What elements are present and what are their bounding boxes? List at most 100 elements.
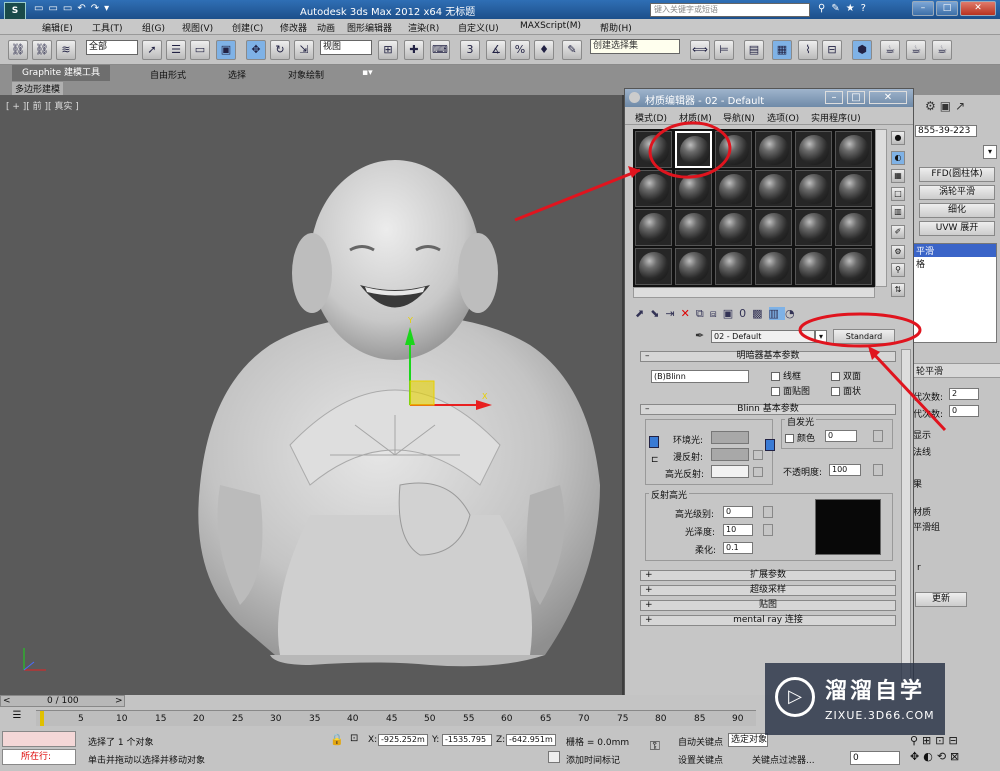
ribbon-options-icon[interactable]: ▪▾ (362, 68, 373, 78)
app-logo-icon[interactable]: S (4, 2, 26, 20)
track-bar[interactable]: 5 10 15 20 25 30 35 40 45 50 55 60 65 70… (36, 710, 756, 726)
two-sided-checkbox[interactable]: 双面 (831, 369, 861, 382)
me-menu-utilities[interactable]: 实用程序(U) (811, 111, 861, 124)
curve-editor-icon[interactable]: ⌇ (798, 40, 818, 60)
isoline-display-label[interactable]: 显示 (913, 428, 931, 441)
help-icons[interactable]: ⚲✎★? (818, 3, 872, 14)
me-menu-material[interactable]: 材质(M) (679, 111, 712, 124)
sample-slot[interactable] (755, 131, 792, 168)
render-icon[interactable]: ☕ (932, 40, 952, 60)
close-button[interactable]: ✕ (960, 1, 996, 16)
explicit-normals-label[interactable]: 法线 (913, 445, 931, 458)
buddha-model[interactable] (180, 155, 620, 755)
backlight-icon[interactable]: ◐ (891, 151, 905, 165)
ffd-cylinder-button[interactable]: FFD(圆柱体) (919, 167, 995, 182)
align-icon[interactable]: ⊨ (714, 40, 734, 60)
put-to-scene-icon[interactable]: ⬊ (650, 307, 665, 320)
render-setup-icon[interactable]: ☕ (880, 40, 900, 60)
add-time-tag-icon[interactable] (548, 751, 560, 763)
stack-item-selected[interactable]: 平滑 (914, 244, 996, 257)
sample-slot[interactable] (795, 248, 832, 285)
me-vscrollbar[interactable] (901, 349, 911, 689)
face-map-checkbox[interactable]: 面贴图 (771, 384, 810, 397)
menu-animation[interactable]: 动画 (317, 21, 335, 34)
object-name-field[interactable]: 855-39-223 (915, 125, 977, 137)
sample-slot[interactable] (715, 248, 752, 285)
maxscript-listener[interactable] (2, 731, 76, 747)
lock-bracket-icon[interactable]: ⊏ (651, 455, 659, 465)
time-marker[interactable] (40, 711, 44, 726)
go-to-parent-icon[interactable]: ◔ (785, 307, 801, 320)
make-preview-icon[interactable]: ✐ (891, 225, 905, 239)
window-crossing-icon[interactable]: ▣ (216, 40, 236, 60)
menu-help[interactable]: 帮助(H) (600, 21, 632, 34)
graphite-toggle-icon[interactable]: ▦ (772, 40, 792, 60)
modifier-stack[interactable]: 平滑 格 (913, 243, 997, 343)
y-coord-field[interactable]: -1535.795 (442, 734, 492, 746)
rect-selection-icon[interactable]: ▭ (190, 40, 210, 60)
absolute-mode-icon[interactable]: ⊡ (350, 733, 358, 744)
slots-hscrollbar[interactable] (633, 287, 875, 298)
reset-map-icon[interactable]: ✕ (681, 307, 696, 320)
get-material-icon[interactable]: ⬈ (635, 307, 650, 320)
tab-graphite[interactable]: Graphite 建模工具 (12, 65, 111, 81)
select-by-material-icon[interactable]: ⚲ (891, 263, 905, 277)
sample-slot[interactable] (795, 209, 832, 246)
ref-coord-select[interactable]: 视图 (320, 40, 372, 55)
menu-tools[interactable]: 工具(T) (92, 21, 123, 34)
wire-checkbox[interactable]: 线框 (771, 369, 801, 382)
set-key-button[interactable]: 设置关键点 (678, 753, 723, 766)
sample-slot[interactable] (835, 209, 872, 246)
minimize-button[interactable]: – (912, 1, 934, 16)
menu-group[interactable]: 组(G) (142, 21, 165, 34)
self-illum-color-checkbox[interactable]: 颜色 (785, 431, 815, 444)
schematic-icon[interactable]: ⊟ (822, 40, 842, 60)
viewport-front[interactable]: [ + ][ 前 ][ 真实 ] Y X (0, 95, 622, 695)
soften-spinner[interactable]: 0.1 (723, 542, 753, 554)
scale-icon[interactable]: ⇲ (294, 40, 314, 60)
percent-snap-icon[interactable]: % (510, 40, 530, 60)
tessellate-button[interactable]: 细化 (919, 203, 995, 218)
select-object-icon[interactable]: ➚ (142, 40, 162, 60)
update-button[interactable]: 更新 (915, 592, 967, 607)
spinner-snap-icon[interactable]: ♦ (534, 40, 554, 60)
opacity-map-button[interactable] (873, 464, 883, 476)
shader-select[interactable]: (B)Blinn (651, 370, 749, 383)
uv-tiling-icon[interactable]: □ (891, 187, 905, 201)
lock-maps-icon[interactable] (765, 439, 775, 451)
select-move-icon[interactable]: ✥ (246, 40, 266, 60)
material-name-dropdown[interactable]: ▾ (815, 330, 827, 343)
search-input[interactable]: 键入关键字或短语 (650, 3, 810, 17)
unlink-icon[interactable]: ⛓ (32, 40, 52, 60)
maxscript-prompt[interactable]: 所在行: (2, 749, 76, 765)
menu-modifiers[interactable]: 修改器 (280, 21, 307, 34)
sample-slot[interactable] (715, 131, 752, 168)
x-coord-field[interactable]: -925.252m (378, 734, 428, 746)
me-menu-options[interactable]: 选项(O) (767, 111, 799, 124)
sample-slot[interactable] (675, 209, 712, 246)
auto-key-button[interactable]: 自动关键点 (678, 735, 723, 748)
pivot-icon[interactable]: ⊞ (378, 40, 398, 60)
manipulate-icon[interactable]: ✚ (404, 40, 424, 60)
separate-materials-label[interactable]: 材质 (913, 505, 931, 518)
sample-slot-active[interactable] (675, 131, 712, 168)
current-frame-field[interactable]: 0 (850, 751, 900, 765)
me-close-button[interactable]: ✕ (869, 91, 907, 104)
named-selection-select[interactable]: 创建选择集 (590, 39, 680, 54)
smoothing-groups-label[interactable]: 平滑组 (913, 520, 940, 533)
menu-create[interactable]: 创建(C) (232, 21, 263, 34)
lock-icon[interactable] (649, 436, 659, 448)
time-slider-next[interactable]: > (115, 696, 123, 706)
time-slider[interactable]: < 0 / 100 > (0, 695, 125, 707)
faceted-checkbox[interactable]: 面状 (831, 384, 861, 397)
spec-level-map-button[interactable] (763, 506, 773, 518)
tab-selection[interactable]: 选择 (228, 68, 246, 81)
track-bar-toggle-icon[interactable]: ☰ (6, 710, 28, 726)
time-slider-prev[interactable]: < (3, 696, 11, 706)
select-by-name-icon[interactable]: ☰ (166, 40, 186, 60)
render-frame-icon[interactable]: ☕ (906, 40, 926, 60)
maps-rollout[interactable]: + 贴图 (640, 600, 896, 611)
key-icon[interactable]: ⚿ (650, 739, 660, 754)
material-id-icon[interactable]: 0 (739, 307, 752, 320)
stack-item[interactable]: 格 (914, 257, 996, 270)
